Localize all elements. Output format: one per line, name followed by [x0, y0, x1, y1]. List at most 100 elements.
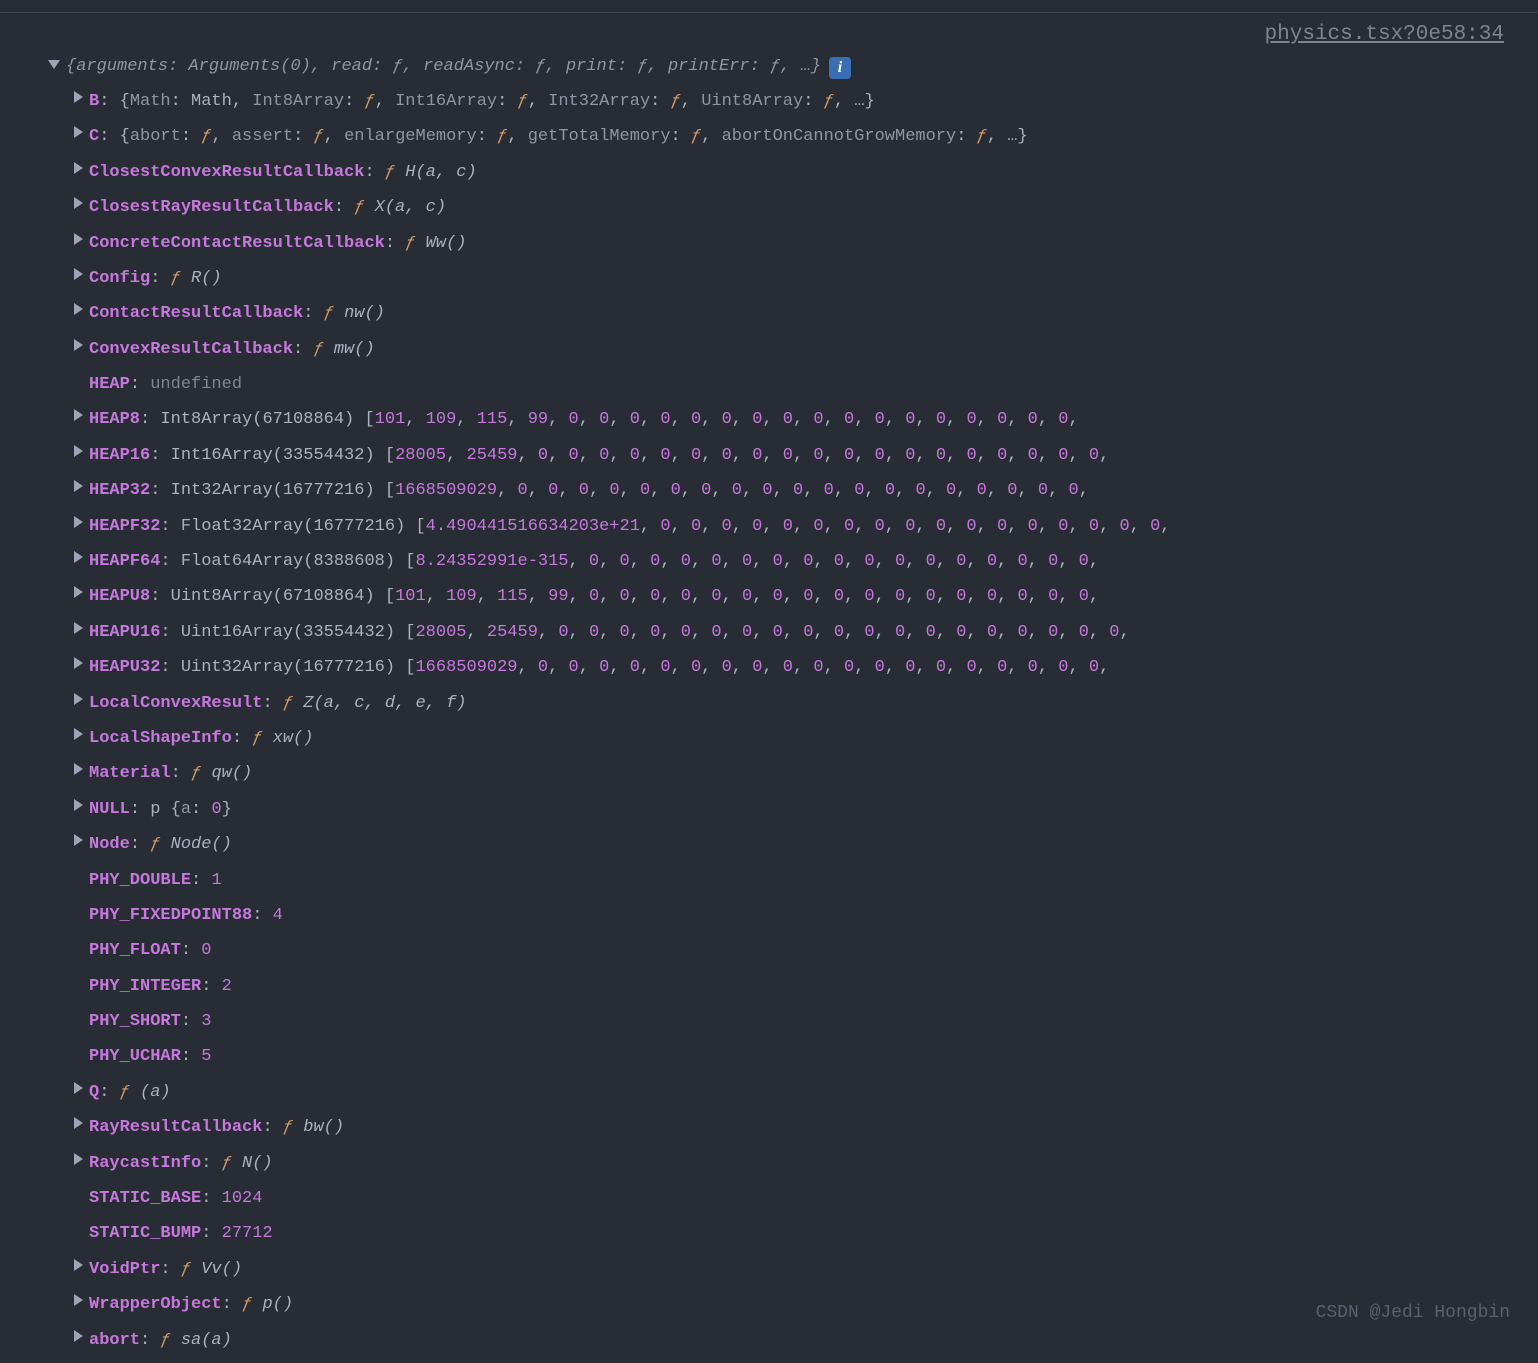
property-key: NULL — [89, 800, 130, 819]
array-type: Uint16Array(33554432) — [181, 623, 395, 642]
disclosure-triangle-icon[interactable] — [74, 622, 83, 634]
tree-root[interactable]: {arguments: Arguments(0), read: ƒ, readA… — [48, 54, 1538, 89]
function-signature: xw() — [273, 729, 314, 748]
function-marker: ƒ — [313, 340, 323, 359]
property-row[interactable]: PHY_UCHAR: 5 — [48, 1044, 1538, 1079]
property-row[interactable]: Node: ƒ Node() — [48, 832, 1538, 867]
property-key: LocalConvexResult — [89, 694, 262, 713]
disclosure-triangle-icon[interactable] — [74, 1294, 83, 1306]
property-key: HEAP32 — [89, 481, 150, 500]
disclosure-triangle-icon[interactable] — [74, 799, 83, 811]
property-key: C — [89, 127, 99, 146]
property-row[interactable]: ConcreteContactResultCallback: ƒ Ww() — [48, 231, 1538, 266]
property-row[interactable]: Q: ƒ (a) — [48, 1080, 1538, 1115]
disclosure-triangle-icon[interactable] — [74, 339, 83, 351]
disclosure-triangle-icon[interactable] — [74, 728, 83, 740]
property-row[interactable]: HEAP32: Int32Array(16777216) [1668509029… — [48, 478, 1538, 513]
property-key: HEAP8 — [89, 410, 140, 429]
info-icon[interactable]: i — [829, 57, 851, 79]
disclosure-triangle-icon[interactable] — [74, 551, 83, 563]
property-row[interactable]: ClosestConvexResultCallback: ƒ H(a, c) — [48, 160, 1538, 195]
property-row[interactable]: LocalConvexResult: ƒ Z(a, c, d, e, f) — [48, 691, 1538, 726]
property-key: HEAPU16 — [89, 623, 160, 642]
property-value: 1024 — [222, 1189, 263, 1208]
disclosure-triangle-icon[interactable] — [74, 1153, 83, 1165]
property-row[interactable]: HEAPU8: Uint8Array(67108864) [101, 109, … — [48, 584, 1538, 619]
property-key: B — [89, 92, 99, 111]
function-marker: ƒ — [120, 1083, 130, 1102]
function-signature: R() — [191, 269, 222, 288]
function-signature: X(a, c) — [375, 198, 446, 217]
property-key: RaycastInfo — [89, 1154, 201, 1173]
disclosure-triangle-icon[interactable] — [74, 693, 83, 705]
disclosure-triangle-icon[interactable] — [74, 233, 83, 245]
property-key: HEAPU32 — [89, 658, 160, 677]
property-row[interactable]: ContactResultCallback: ƒ nw() — [48, 301, 1538, 336]
property-value: 3 — [201, 1012, 211, 1031]
property-key: RayResultCallback — [89, 1118, 262, 1137]
property-row[interactable]: ConvexResultCallback: ƒ mw() — [48, 337, 1538, 372]
disclosure-triangle-icon[interactable] — [74, 1259, 83, 1271]
property-key: LocalShapeInfo — [89, 729, 232, 748]
property-key: HEAPF32 — [89, 517, 160, 536]
property-value: 1 — [211, 871, 221, 890]
property-row[interactable]: HEAP8: Int8Array(67108864) [101, 109, 11… — [48, 407, 1538, 442]
property-row[interactable]: Config: ƒ R() — [48, 266, 1538, 301]
disclosure-triangle-icon[interactable] — [74, 445, 83, 457]
property-key: STATIC_BASE — [89, 1189, 201, 1208]
function-signature: p() — [262, 1295, 293, 1314]
property-row[interactable]: ClosestRayResultCallback: ƒ X(a, c) — [48, 195, 1538, 230]
disclosure-triangle-icon[interactable] — [74, 162, 83, 174]
function-signature: H(a, c) — [405, 163, 476, 182]
disclosure-triangle-icon[interactable] — [74, 91, 83, 103]
top-bar — [0, 0, 1538, 13]
property-row[interactable]: PHY_FLOAT: 0 — [48, 938, 1538, 973]
disclosure-triangle-icon[interactable] — [74, 657, 83, 669]
property-row[interactable]: VoidPtr: ƒ Vv() — [48, 1257, 1538, 1292]
property-row[interactable]: B: {Math: Math, Int8Array: ƒ, Int16Array… — [48, 89, 1538, 124]
property-row[interactable]: PHY_SHORT: 3 — [48, 1009, 1538, 1044]
function-marker: ƒ — [405, 234, 415, 253]
property-row[interactable]: RaycastInfo: ƒ N() — [48, 1151, 1538, 1186]
property-value: 4 — [273, 906, 283, 925]
disclosure-triangle-icon[interactable] — [74, 197, 83, 209]
property-row[interactable]: HEAPF64: Float64Array(8388608) [8.243529… — [48, 549, 1538, 584]
property-row[interactable]: C: {abort: ƒ, assert: ƒ, enlargeMemory: … — [48, 124, 1538, 159]
function-signature: mw() — [334, 340, 375, 359]
property-row[interactable]: HEAP: undefined — [48, 372, 1538, 407]
property-row[interactable]: PHY_FIXEDPOINT88: 4 — [48, 903, 1538, 938]
property-row[interactable]: HEAPF32: Float32Array(16777216) [4.49044… — [48, 514, 1538, 549]
property-row[interactable]: NULL: p {a: 0} — [48, 797, 1538, 832]
disclosure-triangle-icon[interactable] — [74, 516, 83, 528]
function-signature: qw() — [211, 764, 252, 783]
source-link[interactable]: physics.tsx?0e58:34 — [0, 19, 1538, 52]
property-row[interactable]: HEAPU32: Uint32Array(16777216) [16685090… — [48, 655, 1538, 690]
property-row[interactable]: STATIC_BUMP: 27712 — [48, 1221, 1538, 1256]
disclosure-triangle-icon[interactable] — [74, 1330, 83, 1342]
disclosure-triangle-icon[interactable] — [74, 303, 83, 315]
property-row[interactable]: HEAPU16: Uint16Array(33554432) [28005, 2… — [48, 620, 1538, 655]
disclosure-triangle-icon[interactable] — [74, 126, 83, 138]
property-row[interactable]: WrapperObject: ƒ p() — [48, 1292, 1538, 1327]
property-key: Node — [89, 835, 130, 854]
disclosure-triangle-icon[interactable] — [74, 1082, 83, 1094]
disclosure-triangle-icon[interactable] — [48, 60, 60, 69]
disclosure-triangle-icon[interactable] — [74, 586, 83, 598]
disclosure-triangle-icon[interactable] — [74, 409, 83, 421]
disclosure-triangle-icon[interactable] — [74, 763, 83, 775]
property-row[interactable]: Material: ƒ qw() — [48, 761, 1538, 796]
property-row[interactable]: PHY_INTEGER: 2 — [48, 974, 1538, 1009]
disclosure-triangle-icon[interactable] — [74, 834, 83, 846]
property-row[interactable]: STATIC_BASE: 1024 — [48, 1186, 1538, 1221]
property-row[interactable]: abort: ƒ sa(a) — [48, 1328, 1538, 1363]
disclosure-triangle-icon[interactable] — [74, 1117, 83, 1129]
property-row[interactable]: RayResultCallback: ƒ bw() — [48, 1115, 1538, 1150]
property-row[interactable]: HEAP16: Int16Array(33554432) [28005, 254… — [48, 443, 1538, 478]
property-key: WrapperObject — [89, 1295, 222, 1314]
function-marker: ƒ — [242, 1295, 252, 1314]
function-marker: ƒ — [385, 163, 395, 182]
disclosure-triangle-icon[interactable] — [74, 268, 83, 280]
disclosure-triangle-icon[interactable] — [74, 480, 83, 492]
property-row[interactable]: PHY_DOUBLE: 1 — [48, 868, 1538, 903]
property-row[interactable]: LocalShapeInfo: ƒ xw() — [48, 726, 1538, 761]
